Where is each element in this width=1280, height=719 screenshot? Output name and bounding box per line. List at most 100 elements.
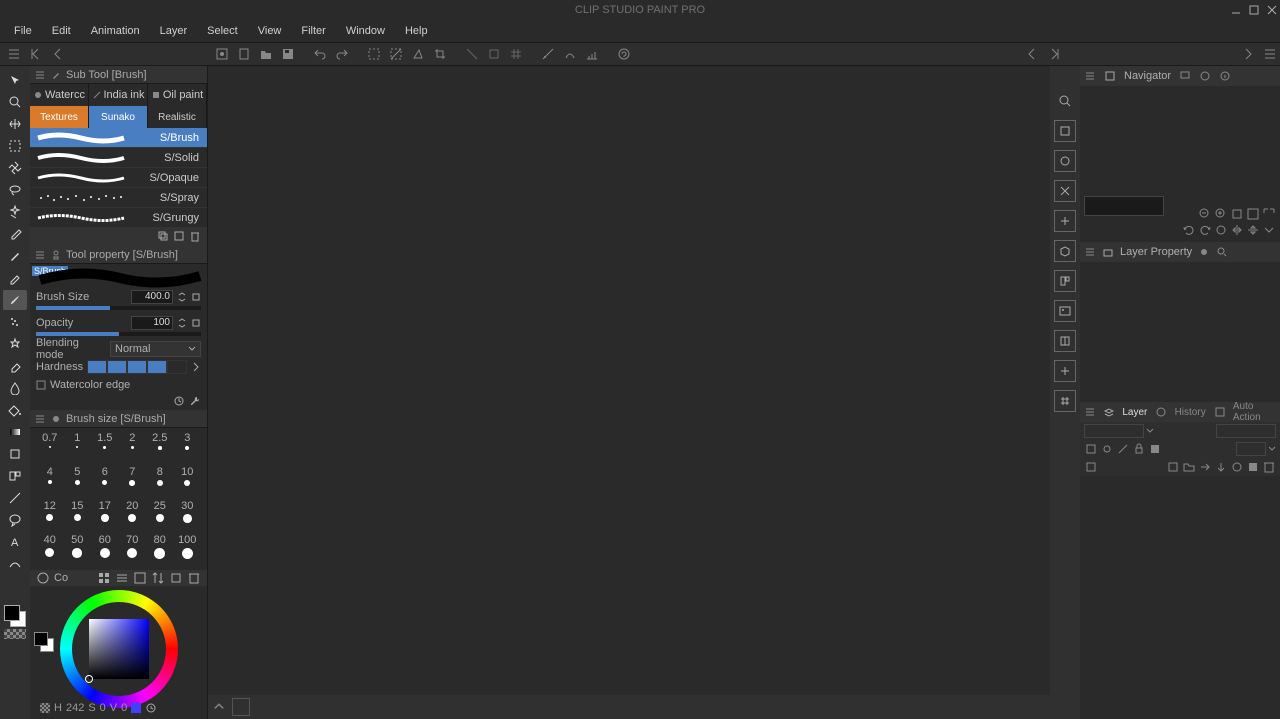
tool-lasso[interactable] (3, 180, 27, 200)
tool-gradient[interactable] (3, 422, 27, 442)
cmd-new-icon[interactable] (234, 44, 254, 64)
size-grid-icon[interactable] (97, 571, 111, 585)
tool-move-layer[interactable] (3, 158, 27, 178)
brush-size-preset[interactable]: 6 (91, 466, 119, 498)
menu-window[interactable]: Window (336, 22, 395, 40)
item-bank-icon[interactable] (1199, 70, 1211, 82)
dock-material-icon[interactable] (1054, 120, 1076, 142)
cmd-redo-icon[interactable] (332, 44, 352, 64)
size-new-icon[interactable] (169, 571, 183, 585)
dock-search-icon[interactable] (1054, 90, 1076, 112)
dock-3d-icon[interactable] (1054, 240, 1076, 262)
dock-add-icon[interactable] (1054, 210, 1076, 232)
new-layer-icon[interactable] (1166, 460, 1180, 474)
cmd-support-icon[interactable] (614, 44, 634, 64)
cmd-snap-grid-icon[interactable] (582, 44, 602, 64)
minimize-icon[interactable] (1228, 2, 1244, 18)
tool-zoom[interactable] (3, 92, 27, 112)
clip-icon[interactable] (1084, 442, 1098, 456)
menu-select[interactable]: Select (197, 22, 248, 40)
layer-blend-dropdown[interactable] (1084, 424, 1144, 438)
opacity-slider[interactable] (36, 332, 201, 336)
tool-pen[interactable] (3, 246, 27, 266)
brush-duplicate-icon[interactable] (157, 230, 169, 245)
opacity-input[interactable]: 100 (131, 316, 173, 330)
brush-size-preset[interactable]: 40 (36, 534, 64, 566)
merge-icon[interactable] (1214, 460, 1228, 474)
brush-new-icon[interactable] (173, 230, 185, 245)
menu-filter[interactable]: Filter (291, 22, 335, 40)
link-icon[interactable] (191, 318, 201, 328)
brush-size-preset[interactable]: 12 (36, 500, 64, 532)
tool-eyedropper[interactable] (3, 224, 27, 244)
color-history-icon[interactable] (145, 702, 157, 714)
dock-add2-icon[interactable] (1054, 360, 1076, 382)
maximize-icon[interactable] (1246, 2, 1262, 18)
size-sort-icon[interactable] (151, 571, 165, 585)
zoom-out-icon[interactable] (1198, 207, 1212, 221)
brush-size-preset[interactable]: 25 (146, 500, 174, 532)
info-icon[interactable] (1219, 70, 1231, 82)
panel-menu-icon[interactable] (1084, 406, 1095, 418)
size-delete-icon[interactable] (187, 571, 201, 585)
cmd-snap-ruler-icon[interactable] (538, 44, 558, 64)
tool-property-header[interactable]: Tool property [S/Brush] (30, 246, 207, 264)
brush-size-preset[interactable]: 3 (174, 432, 202, 464)
rotate-ccw-icon[interactable] (1182, 223, 1196, 237)
canvas-thumb-icon[interactable] (232, 698, 250, 716)
rotate-reset-icon[interactable] (1214, 223, 1228, 237)
menu-animation[interactable]: Animation (81, 22, 150, 40)
tab-realistic[interactable]: Realistic (148, 106, 207, 128)
draft-icon[interactable] (1116, 442, 1130, 456)
cmd-select-icon[interactable] (364, 44, 384, 64)
menu-layer[interactable]: Layer (150, 22, 198, 40)
layer-color-dropdown[interactable] (1236, 442, 1266, 456)
brush-size-header[interactable]: Brush size [S/Brush] (30, 410, 207, 428)
tool-ruler[interactable] (3, 488, 27, 508)
cmd-prev-icon[interactable] (48, 44, 68, 64)
transfer-icon[interactable] (1198, 460, 1212, 474)
dock-image-icon[interactable] (1054, 300, 1076, 322)
color-fg-bg-swatch[interactable] (34, 632, 54, 652)
flip-menu-icon[interactable] (1262, 223, 1276, 237)
dock-close-icon[interactable] (1054, 180, 1076, 202)
layer-mask-icon[interactable] (1230, 460, 1244, 474)
chevron-down-icon[interactable] (1268, 445, 1276, 453)
tab-up-icon[interactable] (212, 700, 226, 714)
new-folder-icon[interactable] (1182, 460, 1196, 474)
cmd-menu-icon[interactable] (4, 44, 24, 64)
lock-icon[interactable] (1132, 442, 1146, 456)
brush-size-preset[interactable]: 20 (119, 500, 147, 532)
tool-figure[interactable] (3, 444, 27, 464)
tool-move[interactable] (3, 114, 27, 134)
brush-item-sspray[interactable]: S/Spray (30, 188, 207, 208)
tool-frame[interactable] (3, 466, 27, 486)
flip-v-icon[interactable] (1246, 223, 1260, 237)
brush-size-preset[interactable]: 15 (64, 500, 92, 532)
tool-balloon[interactable] (3, 510, 27, 530)
tool-pencil[interactable] (3, 268, 27, 288)
navigator-thumbnail[interactable] (1080, 86, 1280, 206)
navigator-icon[interactable] (1104, 70, 1116, 82)
close-icon[interactable] (1264, 2, 1280, 18)
brush-size-preset[interactable]: 1 (64, 432, 92, 464)
cmd-right-expand-icon[interactable] (1044, 44, 1064, 64)
layer-opacity-field[interactable] (1216, 424, 1276, 438)
apply-mask-icon[interactable] (1246, 460, 1260, 474)
cmd-ruler-snap-icon[interactable] (484, 44, 504, 64)
history-tab[interactable]: History (1175, 407, 1206, 418)
brush-size-preset[interactable]: 2.5 (146, 432, 174, 464)
zoom-full-icon[interactable] (1262, 207, 1276, 221)
zoom-in-icon[interactable] (1214, 207, 1228, 221)
blending-dropdown[interactable]: Normal (110, 341, 201, 357)
zoom-100-icon[interactable] (1246, 207, 1260, 221)
brush-size-preset[interactable]: 10 (174, 466, 202, 498)
tool-text[interactable]: A (3, 532, 27, 552)
menu-file[interactable]: File (4, 22, 42, 40)
mask-icon[interactable] (1148, 442, 1162, 456)
size-add-icon[interactable] (133, 571, 147, 585)
brush-size-slider[interactable] (36, 306, 201, 310)
cmd-collapse-left-icon[interactable] (26, 44, 46, 64)
canvas-area[interactable] (208, 66, 1050, 719)
link-icon[interactable] (191, 292, 201, 302)
